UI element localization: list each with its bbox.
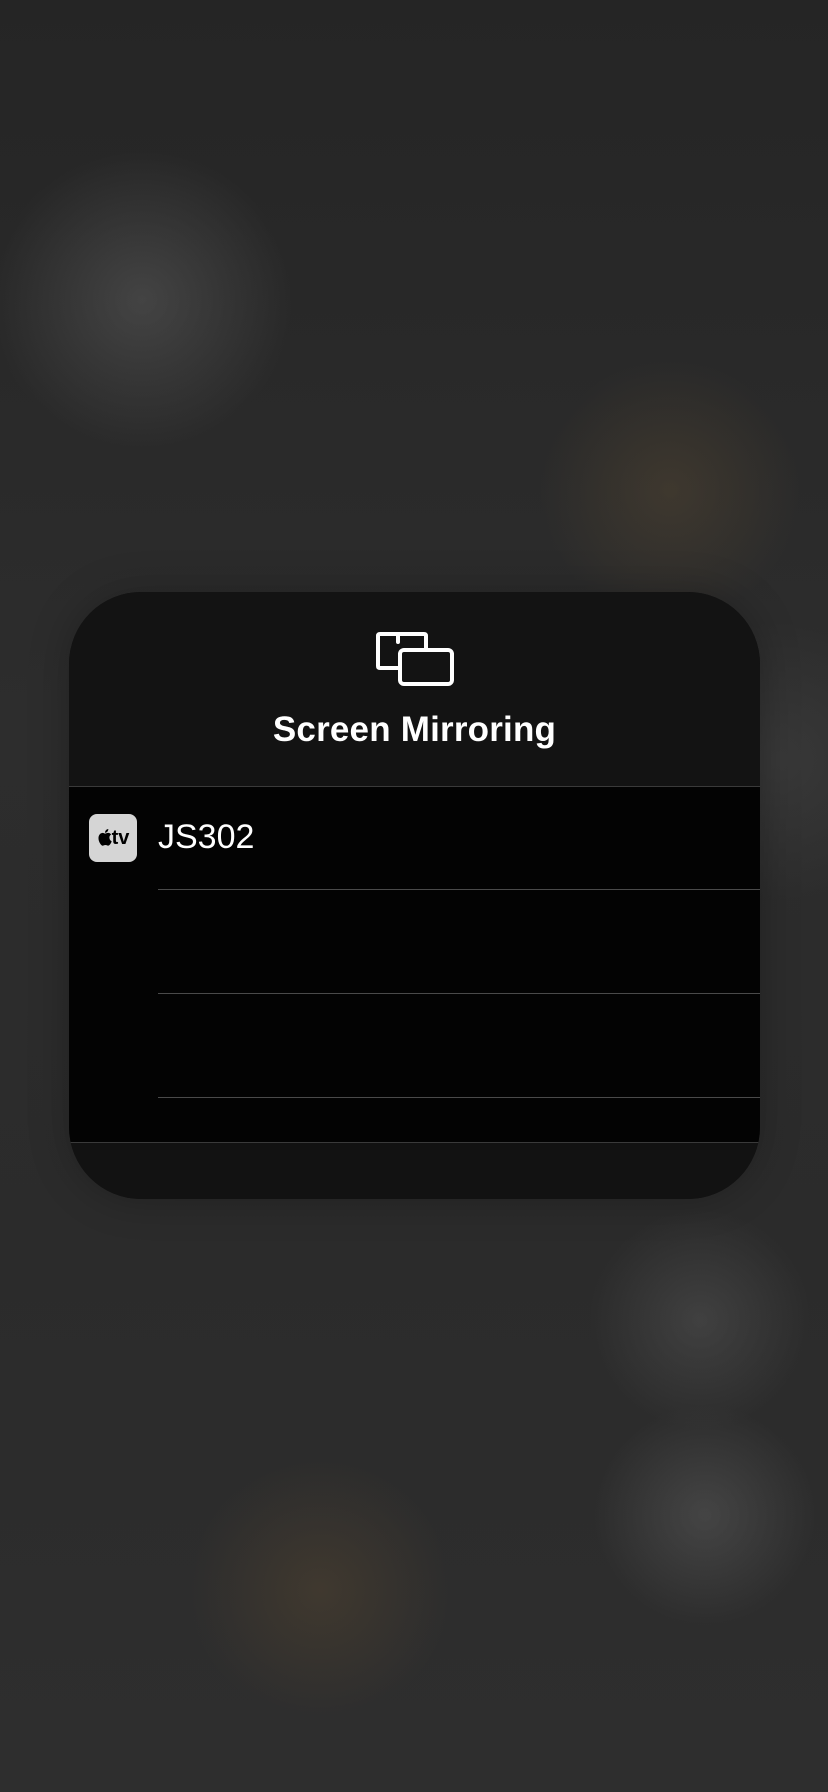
row-divider — [158, 1097, 760, 1098]
panel-header: Screen Mirroring — [69, 592, 760, 786]
panel-footer — [69, 1143, 760, 1199]
empty-row — [69, 994, 760, 1097]
device-list: tv JS302 — [69, 787, 760, 1142]
panel-title: Screen Mirroring — [272, 710, 557, 749]
screen-mirroring-panel: Screen Mirroring tv JS302 — [69, 592, 760, 1199]
device-icon-label: tv — [111, 827, 130, 849]
apple-logo-icon — [98, 829, 112, 846]
device-row-js302[interactable]: tv JS302 — [69, 787, 760, 890]
device-name: JS302 — [158, 818, 255, 856]
screen-mirroring-icon — [376, 632, 454, 686]
apple-tv-icon: tv — [89, 814, 137, 862]
empty-row — [69, 890, 760, 993]
